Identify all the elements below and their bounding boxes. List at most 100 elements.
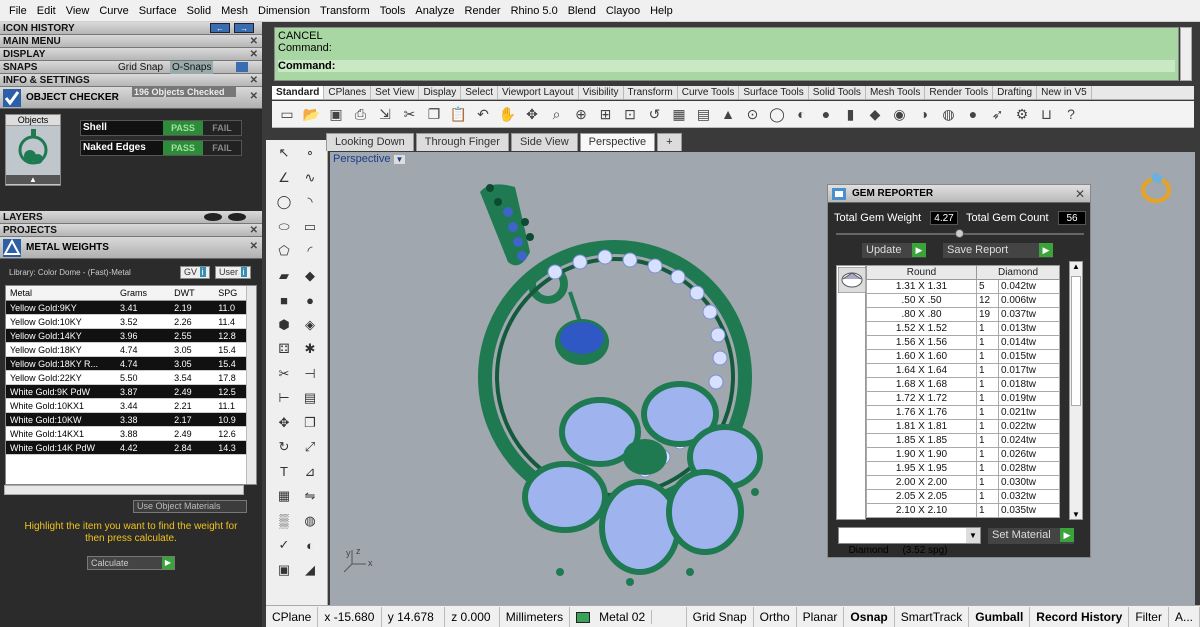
back-arrow-icon[interactable]: ← [210,23,230,33]
status-toggle-grid-snap[interactable]: Grid Snap [687,606,754,627]
dimension-icon[interactable]: ⊿ [300,462,320,482]
material-select[interactable]: Diamond (3.52 spg) ▼ [838,527,981,556]
calculate-button[interactable]: Calculate ▶ [87,556,175,570]
metal-table-hscroll[interactable] [4,485,244,495]
osnaps-toggle[interactable]: O-Snaps [170,61,214,74]
chevron-down-icon[interactable]: ▼ [966,528,980,543]
table-row[interactable]: Yellow Gold:10KY 3.52 2.26 11.4 [6,314,256,329]
tab-solid-tools[interactable]: Solid Tools [809,86,866,99]
tab-display[interactable]: Display [419,86,462,99]
tab-mesh-tools[interactable]: Mesh Tools [866,86,926,99]
trim-icon[interactable]: ✂ [274,364,294,384]
round-gem-icon[interactable] [837,266,867,294]
menu-blend[interactable]: Blend [563,5,601,17]
status-toggle-gumball[interactable]: Gumball [969,606,1031,627]
metal-weights-header[interactable]: METAL WEIGHTS ✕ [0,237,262,259]
table-row[interactable]: Yellow Gold:18KY 4.74 3.05 15.4 [6,342,256,357]
status-toggle-record-history[interactable]: Record History [1030,606,1130,627]
table-row[interactable]: 1.81 X 1.81 1 0.022tw [866,419,1060,434]
metal-table-scrollbar[interactable] [246,286,256,484]
menu-clayoo[interactable]: Clayoo [601,5,645,17]
table-row[interactable]: 1.85 X 1.85 1 0.024tw [866,433,1060,448]
select-icon[interactable]: ↖ [274,143,294,163]
table-row[interactable]: 1.64 X 1.64 1 0.017tw [866,363,1060,378]
circle-icon[interactable]: ◯ [767,104,787,124]
menu-analyze[interactable]: Analyze [410,5,459,17]
sphere-icon[interactable]: ● [963,104,983,124]
menu-help[interactable]: Help [645,5,678,17]
tab-looking-down[interactable]: Looking Down [326,133,414,151]
help-icon[interactable]: ? [1061,104,1081,124]
table-row[interactable]: 1.95 X 1.95 1 0.028tw [866,461,1060,476]
table-row[interactable]: 2.10 X 2.10 1 0.035tw [866,503,1060,518]
table-row[interactable]: 2.05 X 2.05 1 0.032tw [866,489,1060,504]
layer-icon[interactable]: ◆ [865,104,885,124]
status-toggle-a-[interactable]: A... [1169,606,1200,627]
table-row[interactable]: 1.76 X 1.76 1 0.021tw [866,405,1060,420]
menu-mesh[interactable]: Mesh [216,5,253,17]
pan-icon[interactable]: ✋ [498,104,518,124]
boolean-icon[interactable]: ◈ [300,315,320,335]
dropdown-arrow-icon[interactable]: ▼ [393,155,406,164]
close-icon[interactable]: ✕ [250,74,258,87]
close-icon[interactable]: ✕ [250,48,258,61]
snaps-header[interactable]: SNAPS Grid Snap O-Snaps [0,61,262,74]
orbit-icon[interactable]: ⊙ [743,104,763,124]
loft-icon[interactable]: ◆ [300,266,320,286]
status-toggle-planar[interactable]: Planar [797,606,845,627]
properties-icon[interactable]: ▮ [841,104,861,124]
zoom-window-icon[interactable]: ⊕ [571,104,591,124]
menu-view[interactable]: View [61,5,95,17]
expand-arrow-icon[interactable]: ▲ [6,175,60,184]
ring-gizmo-icon[interactable] [1141,172,1171,203]
table-row[interactable]: White Gold:14KX1 3.88 2.49 12.6 [6,426,256,441]
gv-button[interactable]: GV i [180,266,210,279]
curve-icon[interactable]: ∿ [300,168,320,188]
command-history[interactable]: CANCEL Command: Command: [274,27,1179,81]
grid-icon[interactable]: ▒ [274,511,294,531]
group-icon[interactable]: ▤ [300,388,320,408]
array-icon[interactable]: ▦ [274,486,294,506]
tab-perspective[interactable]: Perspective [579,133,656,151]
shaded-icon[interactable]: ◑ [914,104,934,124]
close-icon[interactable]: ✕ [250,91,258,102]
join-icon[interactable]: ⊢ [274,388,294,408]
status-toggle-smarttrack[interactable]: SmartTrack [895,606,970,627]
table-row[interactable]: Yellow Gold:9KY 3.41 2.19 11.0 [6,300,256,315]
gem-slider-knob[interactable] [955,229,964,238]
circle-icon[interactable]: ◯ [274,192,294,212]
table-row[interactable]: 1.72 X 1.72 1 0.019tw [866,391,1060,406]
info-settings-header[interactable]: INFO & SETTINGS ✕ [0,74,262,87]
print-icon[interactable]: ⎙ [351,104,371,124]
gem-scroll-thumb[interactable] [1071,276,1081,406]
undo-view-icon[interactable]: ↺ [645,104,665,124]
new-file-icon[interactable]: ▭ [277,104,297,124]
car-icon[interactable]: ▲ [718,104,738,124]
zoom-icon[interactable]: ⌕ [547,104,567,124]
table-row[interactable]: 2.00 X 2.00 1 0.030tw [866,475,1060,490]
polygon-icon[interactable]: ⬠ [274,241,294,261]
surface-icon[interactable]: ▰ [274,266,294,286]
menu-tools[interactable]: Tools [375,5,411,17]
units-status[interactable]: Millimeters [500,606,571,627]
table-row[interactable]: White Gold:10KX1 3.44 2.21 11.1 [6,398,256,413]
import-icon[interactable]: ⇲ [375,104,395,124]
sphere-icon[interactable]: ● [300,290,320,310]
tab-select[interactable]: Select [461,86,499,99]
command-prompt[interactable]: Command: [278,60,1175,72]
table-row[interactable]: Yellow Gold:22KY 5.50 3.54 17.8 [6,370,256,385]
icon-history-header[interactable]: ICON HISTORY ← → [0,22,262,35]
open-folder-icon[interactable]: 📂 [302,104,322,124]
menu-solid[interactable]: Solid [182,5,216,17]
table-row[interactable]: 1.52 X 1.52 1 0.013tw [866,321,1060,336]
layer-status[interactable]: Metal 02 [570,606,687,627]
table-row[interactable]: .50 X .50 12 0.006tw [866,293,1060,308]
gem-reporter-header[interactable]: GEM REPORTER ✕ [828,185,1090,203]
tab-set-view[interactable]: Set View [371,86,420,99]
explode-icon[interactable]: ✱ [300,339,320,359]
point-icon[interactable]: ∘ [300,143,320,163]
tab-surface-tools[interactable]: Surface Tools [739,86,809,99]
check-icon[interactable]: ◐ [300,535,320,555]
ellipse-icon[interactable]: ⬭ [274,217,294,237]
user-button[interactable]: User i [215,266,251,279]
